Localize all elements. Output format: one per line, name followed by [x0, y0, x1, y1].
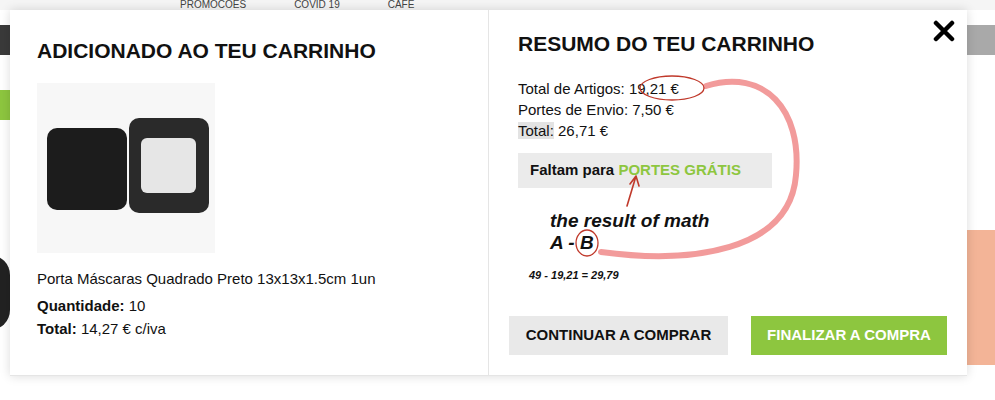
summary-row: Total de Artigos: 19,21 €	[518, 78, 947, 99]
bg-product-image	[967, 230, 995, 365]
annotation: the result of mathA - B	[550, 210, 947, 254]
value-circle	[640, 76, 704, 100]
free-shipping-box: Faltam para PORTES GRÁTIS	[518, 153, 772, 188]
annotation-marks	[0, 0, 995, 400]
summary-panel: RESUMO DO TEU CARRINHO Total de Artigos: …	[488, 10, 967, 375]
product-image	[37, 83, 215, 253]
cart-modal: ADICIONADO AO TEU CARRINHO Porta Máscaras…	[10, 10, 967, 376]
close-icon[interactable]	[933, 20, 955, 42]
bg-gray-strip	[967, 25, 995, 55]
free-shipping-link[interactable]: PORTES GRÁTIS	[618, 159, 741, 182]
continue-button[interactable]: CONTINUAR A COMPRAR	[509, 316, 728, 355]
bg-dark-strip	[0, 25, 10, 55]
button-row: CONTINUAR A COMPRAR FINALIZAR A COMPRA	[509, 316, 947, 355]
annotation-line: the result of math	[550, 210, 947, 232]
nav-item[interactable]: CAFE	[388, 0, 415, 10]
item-total: Total: 14,27 € c/iva	[37, 317, 488, 340]
bg-product-circle	[0, 255, 10, 330]
pink-curve	[601, 82, 797, 256]
checkout-button[interactable]: FINALIZAR A COMPRA	[751, 316, 947, 355]
nav-item[interactable]: PROMOCOES	[180, 0, 246, 10]
annotation-expression: A - B	[550, 232, 947, 254]
added-title: ADICIONADO AO TEU CARRINHO	[37, 39, 488, 63]
added-panel: ADICIONADO AO TEU CARRINHO Porta Máscaras…	[10, 10, 488, 375]
top-nav: PROMOCOES COVID 19 CAFE	[0, 0, 995, 10]
page: PROMOCOESCOVID 19CAFEADICIONADO AO TEU C…	[0, 0, 995, 400]
summary-rows: Total de Artigos: 19,21 €Portes de Envio…	[518, 78, 947, 141]
summary-row: Portes de Envio: 7,50 €	[518, 99, 947, 120]
bg-green-strip	[0, 90, 10, 120]
b-circle	[576, 230, 598, 256]
summary-row: Total: 26,71 €	[518, 120, 947, 141]
product-name: Porta Máscaras Quadrado Preto 13x13x1.5c…	[37, 267, 488, 290]
arrow-icon	[627, 176, 639, 206]
quantity: Quantidade: 10	[37, 294, 488, 317]
annotation-formula: 49 - 19,21 = 29,79	[529, 268, 947, 282]
nav-item[interactable]: COVID 19	[294, 0, 340, 10]
summary-title: RESUMO DO TEU CARRINHO	[518, 32, 947, 56]
